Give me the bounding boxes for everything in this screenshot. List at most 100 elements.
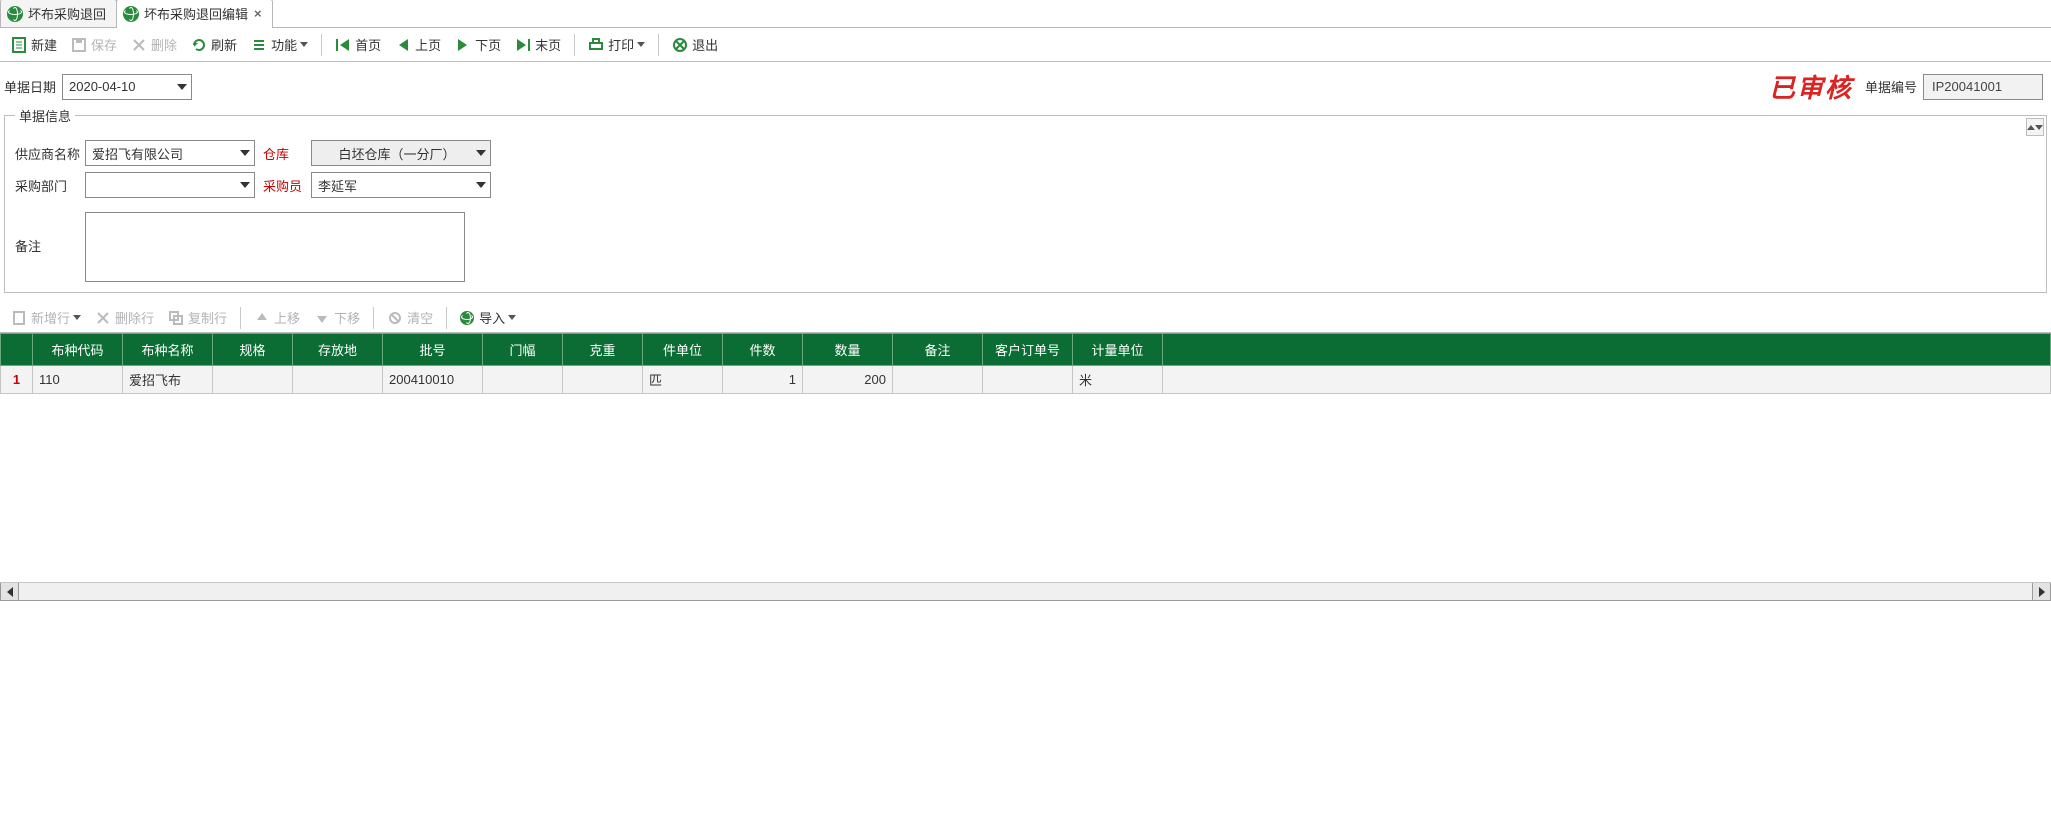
buyer-select[interactable]: 李延军 <box>311 172 491 198</box>
warehouse-select[interactable]: 白坯仓库（一分厂） <box>311 140 491 166</box>
toolbar-label: 删除行 <box>115 308 154 327</box>
separator <box>373 307 374 329</box>
toolbar-label: 上移 <box>274 308 300 327</box>
table-header-row: 布种代码 布种名称 规格 存放地 批号 门幅 克重 件单位 件数 数量 备注 客… <box>1 334 2051 366</box>
col-header[interactable]: 件数 <box>723 334 803 366</box>
toolbar-label: 首页 <box>355 35 381 54</box>
arrow-up-icon <box>254 310 270 326</box>
tab-label: 坏布采购退回 <box>28 4 106 23</box>
delete-button[interactable]: 删除 <box>125 32 183 57</box>
date-value: 2020-04-10 <box>69 79 136 94</box>
functions-button[interactable]: 功能 <box>245 32 314 57</box>
collapse-button[interactable] <box>2026 118 2044 136</box>
import-button[interactable]: 导入 <box>454 305 522 330</box>
tab-return[interactable]: 坏布采购退回 <box>0 0 117 27</box>
tab-return-edit[interactable]: 坏布采购退回编辑 × <box>116 0 273 27</box>
chevron-down-icon <box>476 182 486 188</box>
delrow-button[interactable]: 删除行 <box>89 305 160 330</box>
date-input[interactable]: 2020-04-10 <box>62 74 192 100</box>
exit-button[interactable]: 退出 <box>666 32 724 57</box>
separator <box>446 307 447 329</box>
next-icon <box>455 37 471 53</box>
col-header[interactable]: 客户订单号 <box>983 334 1073 366</box>
globe-icon <box>7 6 23 22</box>
print-button[interactable]: 打印 <box>582 32 651 57</box>
toolbar-label: 下移 <box>334 308 360 327</box>
separator <box>240 307 241 329</box>
supplier-select[interactable]: 爱招飞有限公司 <box>85 140 255 166</box>
save-icon <box>71 37 87 53</box>
cell-pieces[interactable]: 1 <box>723 366 803 394</box>
scroll-right-icon[interactable] <box>2032 583 2050 600</box>
cell-unit[interactable]: 米 <box>1073 366 1163 394</box>
col-header[interactable]: 备注 <box>893 334 983 366</box>
toolbar-label: 退出 <box>692 35 718 54</box>
movedown-button[interactable]: 下移 <box>308 305 366 330</box>
separator <box>574 34 575 56</box>
toolbar-label: 复制行 <box>188 308 227 327</box>
toolbar-label: 下页 <box>475 35 501 54</box>
cell-code[interactable]: 110 <box>33 366 123 394</box>
chevron-down-icon <box>300 42 308 47</box>
toolbar-label: 末页 <box>535 35 561 54</box>
col-header[interactable]: 存放地 <box>293 334 383 366</box>
new-button[interactable]: 新建 <box>5 32 63 57</box>
delete-icon <box>131 37 147 53</box>
col-header[interactable]: 批号 <box>383 334 483 366</box>
data-grid[interactable]: 布种代码 布种名称 规格 存放地 批号 门幅 克重 件单位 件数 数量 备注 客… <box>0 333 2051 394</box>
last-page-button[interactable]: 末页 <box>509 32 567 57</box>
list-icon <box>251 37 267 53</box>
header-row: 单据日期 2020-04-10 已审核 单据编号 IP20041001 <box>0 62 2051 107</box>
prev-page-button[interactable]: 上页 <box>389 32 447 57</box>
save-button[interactable]: 保存 <box>65 32 123 57</box>
col-header[interactable]: 布种代码 <box>33 334 123 366</box>
scroll-track[interactable] <box>19 583 2032 600</box>
remark-textarea[interactable] <box>85 212 465 282</box>
first-page-button[interactable]: 首页 <box>329 32 387 57</box>
docno-label: 单据编号 <box>1865 77 1917 96</box>
fieldset-legend: 单据信息 <box>15 106 75 125</box>
cell-loc[interactable] <box>293 366 383 394</box>
grid-toolbar: 新增行 删除行 复制行 上移 下移 清空 导入 <box>0 303 2051 333</box>
first-icon <box>335 37 351 53</box>
delete-icon <box>95 310 111 326</box>
warehouse-value: 白坯仓库（一分厂） <box>318 144 476 163</box>
cell-pieceunit[interactable]: 匹 <box>643 366 723 394</box>
col-header[interactable]: 规格 <box>213 334 293 366</box>
col-header[interactable]: 门幅 <box>483 334 563 366</box>
scroll-left-icon[interactable] <box>1 583 19 600</box>
toolbar-label: 导入 <box>479 308 505 327</box>
cell-spec[interactable] <box>213 366 293 394</box>
cell-gram[interactable] <box>563 366 643 394</box>
cell-orderno[interactable] <box>983 366 1073 394</box>
refresh-button[interactable]: 刷新 <box>185 32 243 57</box>
col-header[interactable]: 克重 <box>563 334 643 366</box>
toolbar-label: 删除 <box>151 35 177 54</box>
cell-remark[interactable] <box>893 366 983 394</box>
table-row[interactable]: 1 110 爱招飞布 200410010 匹 1 200 米 <box>1 366 2051 394</box>
cell-name[interactable]: 爱招飞布 <box>123 366 213 394</box>
col-header[interactable]: 件单位 <box>643 334 723 366</box>
supplier-value: 爱招飞有限公司 <box>92 144 183 163</box>
next-page-button[interactable]: 下页 <box>449 32 507 57</box>
close-icon[interactable]: × <box>254 6 262 21</box>
last-icon <box>515 37 531 53</box>
exit-icon <box>672 37 688 53</box>
docno-value: IP20041001 <box>1932 79 2002 94</box>
toolbar-label: 刷新 <box>211 35 237 54</box>
cell-width[interactable] <box>483 366 563 394</box>
moveup-button[interactable]: 上移 <box>248 305 306 330</box>
h-scrollbar[interactable] <box>0 583 2051 601</box>
buyer-label: 采购员 <box>263 176 311 195</box>
col-header[interactable]: 计量单位 <box>1073 334 1163 366</box>
cell-qty[interactable]: 200 <box>803 366 893 394</box>
cell-batch[interactable]: 200410010 <box>383 366 483 394</box>
dept-select[interactable] <box>85 172 255 198</box>
copyrow-button[interactable]: 复制行 <box>162 305 233 330</box>
grid-area[interactable]: 布种代码 布种名称 规格 存放地 批号 门幅 克重 件单位 件数 数量 备注 客… <box>0 333 2051 583</box>
col-header[interactable]: 数量 <box>803 334 893 366</box>
separator <box>321 34 322 56</box>
clear-button[interactable]: 清空 <box>381 305 439 330</box>
col-header[interactable]: 布种名称 <box>123 334 213 366</box>
addrow-button[interactable]: 新增行 <box>5 305 87 330</box>
